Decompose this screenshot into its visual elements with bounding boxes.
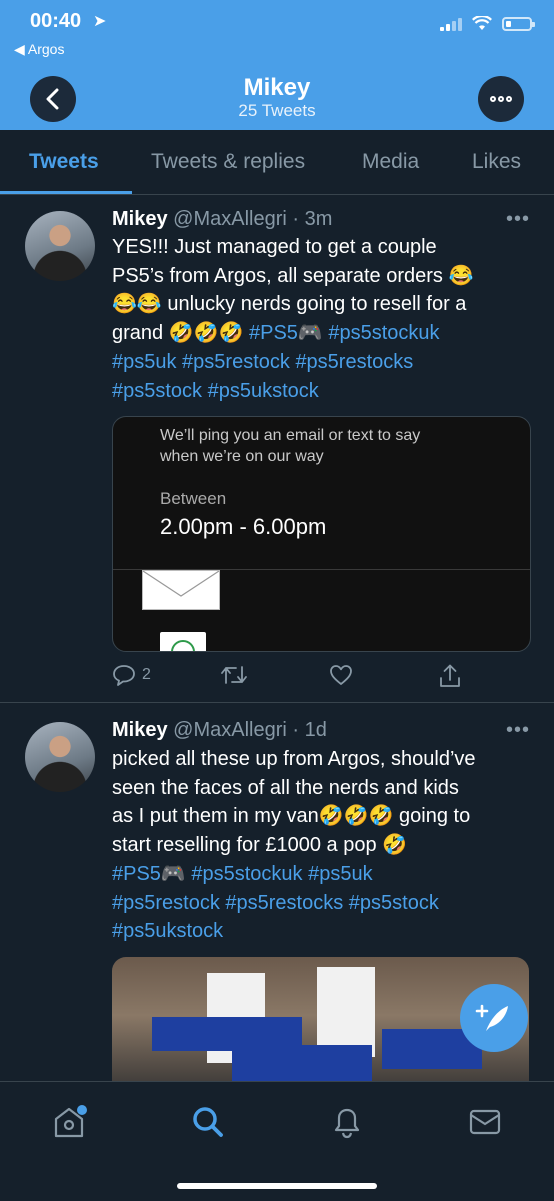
- profile-header: 00:40 ➤ ◀ Argos Mikey 25 Tweets: [0, 0, 554, 130]
- tweet-actions: 2: [112, 663, 512, 691]
- tweet-line: start reselling for £1000 a pop 🤣: [112, 834, 408, 857]
- tweet-text: YES!!! Just managed to get a couple PS5’…: [112, 233, 537, 405]
- tweet-menu-button[interactable]: •••: [506, 208, 530, 231]
- more-dot-icon: [506, 96, 512, 102]
- hashtag-link[interactable]: #PS5🎮 #ps5stockuk #ps5uk: [112, 860, 537, 889]
- hashtag-link[interactable]: #ps5ukstock: [112, 917, 537, 946]
- tab-tweets[interactable]: Tweets: [29, 150, 99, 174]
- battery-icon: [502, 16, 535, 31]
- retweet-icon: [221, 666, 247, 684]
- author-handle: @MaxAllegri: [173, 719, 287, 741]
- search-icon: [193, 1107, 223, 1137]
- tweet-line: 😂😂 unlucky nerds going to resell for a: [112, 293, 467, 316]
- share-button[interactable]: [438, 663, 462, 689]
- delivery-message-line: when we’re on our way: [160, 448, 324, 465]
- heart-icon: [330, 665, 352, 685]
- location-arrow-icon: ➤: [93, 13, 107, 30]
- tab-media[interactable]: Media: [362, 150, 419, 174]
- share-icon: [440, 664, 460, 687]
- hashtag-link[interactable]: #PS5🎮 #ps5stockuk: [249, 322, 440, 344]
- tweet-line: YES!!! Just managed to get a couple: [112, 236, 437, 258]
- author-name: Mikey: [112, 208, 168, 230]
- tweet-count: 25 Tweets: [238, 101, 316, 120]
- envelope-icon: [142, 570, 220, 610]
- more-dot-icon: [490, 96, 496, 102]
- mail-icon: [469, 1109, 501, 1135]
- status-icon: [160, 632, 206, 651]
- profile-tabs: Tweets Tweets & replies Media Likes: [0, 130, 554, 195]
- hashtag-link[interactable]: #ps5restock #ps5restocks #ps5stock: [112, 889, 537, 918]
- avatar[interactable]: [25, 722, 95, 792]
- tab-likes[interactable]: Likes: [472, 150, 521, 174]
- reply-count: 2: [142, 666, 151, 683]
- more-options-button[interactable]: [478, 76, 524, 122]
- back-to-app-link[interactable]: ◀ Argos: [14, 41, 64, 58]
- home-indicator[interactable]: [177, 1183, 377, 1189]
- home-icon: [54, 1105, 87, 1138]
- tweet-line: PS5’s from Argos, all separate orders 😂: [112, 264, 474, 287]
- status-time: 00:40: [30, 10, 82, 32]
- tweet-time: · 3m: [292, 208, 333, 230]
- nav-notifications[interactable]: [330, 1104, 364, 1145]
- compose-feather-icon: [475, 1004, 508, 1031]
- tweet-line: as I put them in my van🤣🤣🤣 going to: [112, 805, 471, 828]
- nav-search[interactable]: [190, 1104, 226, 1145]
- reply-button[interactable]: 2: [112, 663, 151, 687]
- active-tab-indicator: [0, 191, 132, 194]
- bell-icon: [334, 1108, 360, 1139]
- profile-name-title: Mikey: [243, 74, 311, 101]
- cellular-signal-icon: [440, 17, 462, 31]
- more-dot-icon: [498, 96, 504, 102]
- tweet-line: grand 🤣🤣🤣 #PS5🎮 #ps5stockuk: [112, 319, 537, 348]
- retweet-button[interactable]: [220, 663, 248, 687]
- ps5-box-image: [317, 967, 375, 1057]
- compose-tweet-button[interactable]: [460, 984, 528, 1052]
- tweet-author[interactable]: Mikey @MaxAllegri · 1d: [112, 719, 327, 742]
- delivery-time-window: 2.00pm - 6.00pm: [160, 514, 327, 539]
- author-name: Mikey: [112, 719, 168, 741]
- author-handle: @MaxAllegri: [173, 208, 287, 230]
- tweet-image-card[interactable]: We’ll ping you an email or text to say w…: [112, 416, 531, 652]
- wifi-icon: [472, 16, 492, 30]
- reply-icon: [113, 665, 135, 686]
- like-button[interactable]: [329, 663, 353, 687]
- avatar[interactable]: [25, 211, 95, 281]
- tab-tweets-replies[interactable]: Tweets & replies: [151, 150, 305, 174]
- status-indicators: [440, 16, 535, 31]
- tweet-time: · 1d: [292, 719, 327, 741]
- delivery-message: We’ll ping you an email or text to say w…: [160, 425, 420, 467]
- tweet-text-segment: grand 🤣🤣🤣: [112, 322, 249, 345]
- tweet-menu-button[interactable]: •••: [506, 719, 530, 742]
- tweet-author[interactable]: Mikey @MaxAllegri · 3m: [112, 208, 332, 231]
- tweet-line: picked all these up from Argos, should’v…: [112, 748, 476, 770]
- between-label: Between: [160, 489, 227, 508]
- hashtag-link[interactable]: #ps5uk #ps5restock #ps5restocks: [112, 348, 537, 377]
- tweet-text: picked all these up from Argos, should’v…: [112, 745, 537, 946]
- tweet-divider: [0, 702, 554, 703]
- hashtag-link[interactable]: #ps5stock #ps5ukstock: [112, 377, 537, 406]
- nav-messages[interactable]: [468, 1104, 502, 1145]
- tweet-line: seen the faces of all the nerds and kids: [112, 776, 459, 799]
- delivery-message-line: We’ll ping you an email or text to say: [160, 427, 421, 444]
- nav-home[interactable]: [52, 1104, 90, 1145]
